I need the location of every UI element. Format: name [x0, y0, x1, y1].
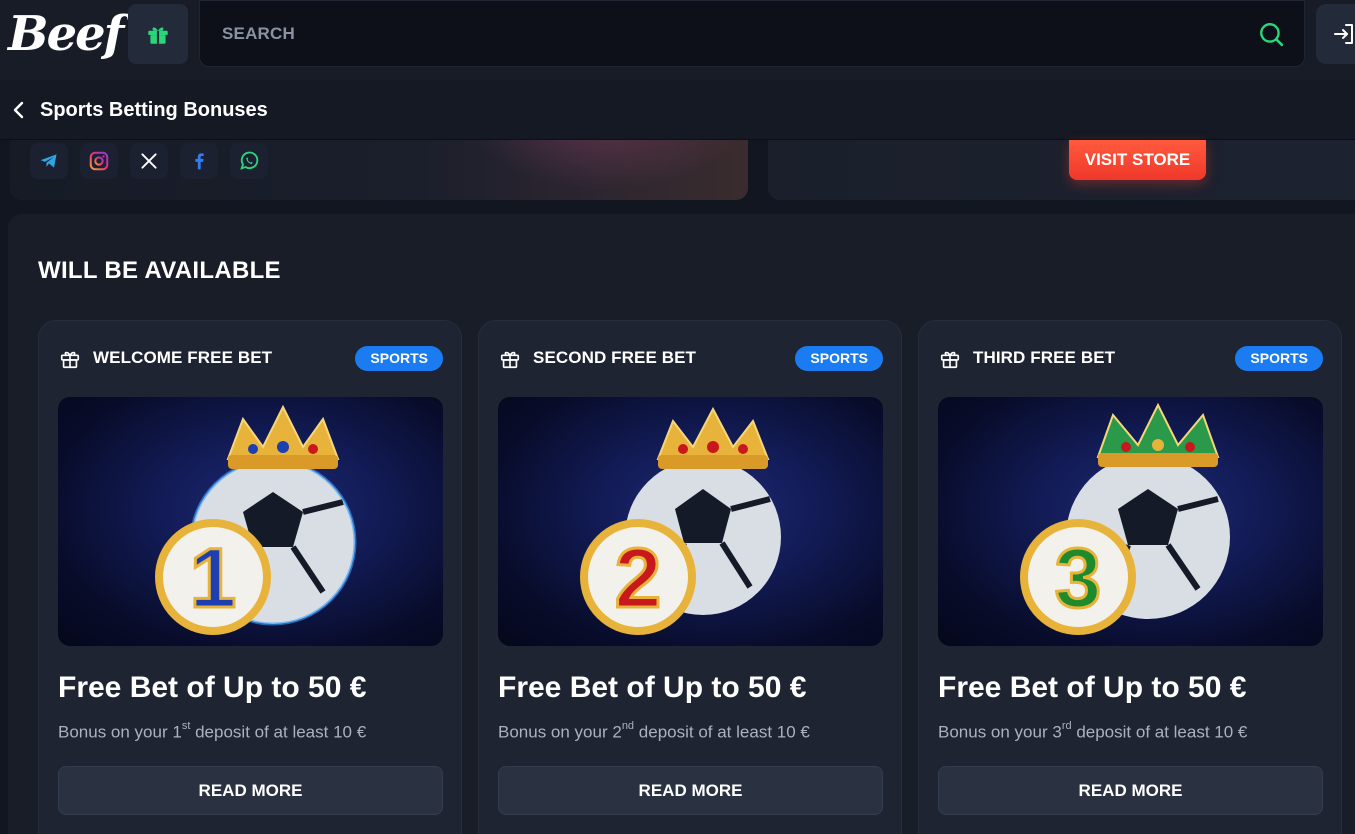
- read-more-button[interactable]: READ MORE: [938, 766, 1323, 815]
- social-links: [30, 143, 268, 179]
- read-more-button[interactable]: READ MORE: [58, 766, 443, 815]
- login-button[interactable]: [1316, 4, 1355, 64]
- bonus-description: Bonus on your 2nd deposit of at least 10…: [498, 720, 810, 742]
- bonus-number: 1: [190, 531, 237, 625]
- bonus-amount: Free Bet of Up to 50 €: [498, 671, 807, 704]
- gift-icon: [148, 27, 168, 44]
- read-more-button[interactable]: READ MORE: [498, 766, 883, 815]
- card-title: SECOND FREE BET: [533, 348, 697, 367]
- section-title: WILL BE AVAILABLE: [38, 257, 281, 284]
- bonus-number: 2: [615, 531, 662, 625]
- bonus-description: Bonus on your 3rd deposit of at least 10…: [938, 720, 1248, 742]
- bonus-description: Bonus on your 1st deposit of at least 10…: [58, 720, 367, 742]
- login-icon: [1334, 24, 1353, 44]
- bonus-card-welcome: WELCOME FREE BET SPORTS 1 Free Bet of Up…: [38, 320, 462, 834]
- category-badge: SPORTS: [355, 346, 443, 371]
- x-link[interactable]: [130, 143, 168, 179]
- banner-glow: [470, 140, 740, 190]
- page-title: Sports Betting Bonuses: [40, 99, 268, 121]
- breadcrumb: Sports Betting Bonuses: [0, 80, 1355, 140]
- top-bar: Beef: [0, 0, 1355, 80]
- bonus-number: 3: [1055, 531, 1102, 625]
- search-input[interactable]: [222, 21, 1222, 47]
- search-icon[interactable]: [1258, 21, 1284, 47]
- chevron-left-icon[interactable]: [12, 100, 26, 120]
- gift-button[interactable]: [128, 4, 188, 64]
- whatsapp-link[interactable]: [230, 143, 268, 179]
- gift-icon: [500, 351, 520, 369]
- bonus-image: 1: [58, 397, 443, 646]
- visit-store-button[interactable]: VISIT STORE: [1069, 140, 1206, 180]
- telegram-link[interactable]: [30, 143, 68, 179]
- instagram-link[interactable]: [80, 143, 118, 179]
- gift-icon: [60, 351, 80, 369]
- bonus-image: 3: [938, 397, 1323, 646]
- bonus-image: 2: [498, 397, 883, 646]
- promo-banner-right: [768, 140, 1355, 200]
- bonus-card-second: SECOND FREE BET SPORTS 2 Free Bet of Up …: [478, 320, 902, 834]
- category-badge: SPORTS: [1235, 346, 1323, 371]
- facebook-icon: [195, 153, 204, 170]
- card-title: THIRD FREE BET: [973, 348, 1116, 367]
- facebook-link[interactable]: [180, 143, 218, 179]
- bonus-card-third: THIRD FREE BET SPORTS 3 Free Bet of Up t…: [918, 320, 1342, 834]
- search-bar: [199, 0, 1305, 67]
- card-title: WELCOME FREE BET: [93, 348, 273, 367]
- instagram-icon: [89, 151, 109, 171]
- bonus-amount: Free Bet of Up to 50 €: [938, 671, 1247, 704]
- gift-icon: [940, 351, 960, 369]
- x-icon: [141, 153, 157, 169]
- telegram-icon: [40, 154, 57, 168]
- logo[interactable]: Beef: [8, 4, 124, 64]
- bonus-amount: Free Bet of Up to 50 €: [58, 671, 367, 704]
- category-badge: SPORTS: [795, 346, 883, 371]
- whatsapp-icon: [240, 151, 259, 170]
